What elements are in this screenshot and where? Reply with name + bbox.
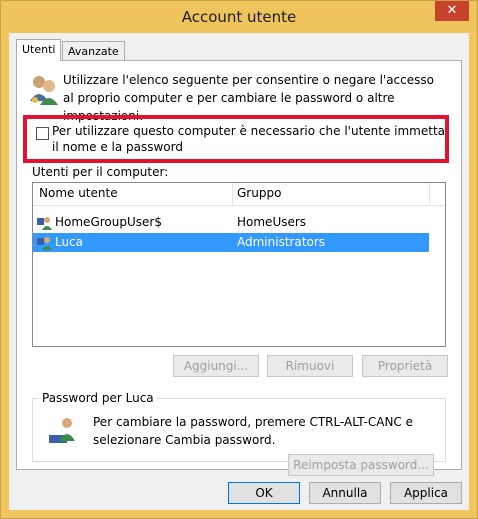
apply-button[interactable]: Applica bbox=[390, 482, 462, 504]
password-group-title: Password per Luca bbox=[39, 391, 157, 405]
table-row[interactable]: HomeGroupUser$ HomeUsers bbox=[33, 213, 429, 232]
password-groupbox: Password per Luca Per cambiare la passwo… bbox=[32, 391, 446, 476]
column-header-gruppo[interactable]: Gruppo bbox=[237, 186, 281, 200]
column-separator[interactable] bbox=[232, 183, 233, 205]
user-keyboard-icon bbox=[49, 418, 75, 443]
ok-button[interactable]: OK bbox=[228, 482, 300, 504]
user-icon bbox=[37, 237, 52, 250]
table-row-selected[interactable]: Luca Administrators bbox=[33, 233, 429, 252]
tab-utenti[interactable]: Utenti bbox=[16, 39, 62, 61]
close-button[interactable]: ✕ bbox=[435, 1, 469, 21]
require-login-label[interactable]: Per utilizzare questo computer è necessa… bbox=[52, 123, 447, 155]
reset-password-button[interactable]: Reimposta password... bbox=[288, 454, 434, 476]
user-name-cell: Luca bbox=[55, 235, 84, 249]
tab-panel-utenti: Utilizzare l'elenco seguente per consent… bbox=[16, 60, 462, 476]
column-header-nome-utente[interactable]: Nome utente bbox=[39, 186, 118, 200]
user-name-cell: HomeGroupUser$ bbox=[55, 215, 162, 229]
properties-button[interactable]: Proprietà bbox=[362, 355, 448, 377]
column-separator[interactable] bbox=[429, 183, 430, 205]
user-group-cell: Administrators bbox=[237, 235, 326, 249]
require-login-checkbox[interactable] bbox=[36, 127, 49, 140]
users-listview[interactable]: Nome utente Gruppo HomeGroupUser$ HomeUs… bbox=[32, 182, 446, 347]
title-bar: Account utente ✕ bbox=[1, 1, 477, 33]
tab-avanzate[interactable]: Avanzate bbox=[62, 41, 125, 61]
cancel-button[interactable]: Annulla bbox=[309, 482, 381, 504]
add-user-button[interactable]: Aggiungi... bbox=[173, 355, 259, 377]
users-list-label: Utenti per il computer: bbox=[32, 165, 169, 179]
list-header: Nome utente Gruppo bbox=[33, 183, 445, 206]
dialog-client-area: Utenti Avanzate Utilizzare l'elenco segu… bbox=[9, 33, 469, 510]
user-group-cell: HomeUsers bbox=[237, 215, 307, 229]
users-icon bbox=[30, 76, 58, 105]
require-login-highlight: Per utilizzare questo computer è necessa… bbox=[23, 115, 449, 163]
password-instructions: Per cambiare la password, premere CTRL-A… bbox=[93, 415, 413, 447]
user-icon bbox=[37, 217, 52, 230]
account-utente-window: Account utente ✕ Utenti Avanzate Utilizz… bbox=[0, 0, 478, 519]
window-title: Account utente bbox=[181, 8, 297, 26]
remove-user-button[interactable]: Rimuovi bbox=[267, 355, 353, 377]
